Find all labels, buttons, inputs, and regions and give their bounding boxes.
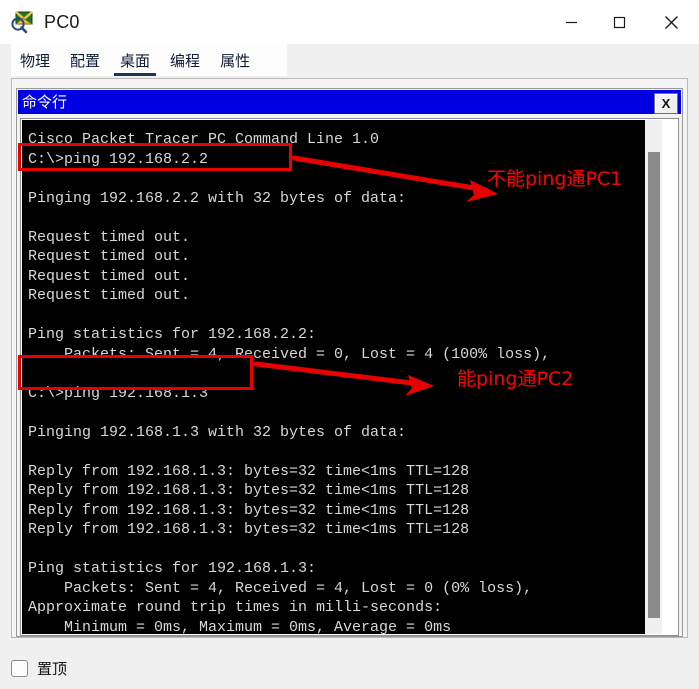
footer-bar: 置顶 bbox=[0, 648, 699, 689]
maximize-button[interactable] bbox=[595, 0, 643, 44]
terminal-scrollbar-track[interactable] bbox=[644, 120, 662, 634]
success-ping-label: 能ping通PC2 bbox=[457, 368, 574, 390]
packet-tracer-pc-icon bbox=[10, 9, 36, 35]
tab-attributes[interactable]: 属性 bbox=[211, 48, 259, 76]
tab-physical[interactable]: 物理 bbox=[11, 48, 59, 76]
terminal-scrollbar-thumb[interactable] bbox=[648, 152, 660, 618]
command-prompt-close-button[interactable]: X bbox=[654, 93, 678, 114]
tab-programming[interactable]: 编程 bbox=[161, 48, 209, 76]
command-prompt-caption-title: 命令行 bbox=[22, 92, 68, 111]
tab-config[interactable]: 配置 bbox=[61, 48, 109, 76]
always-on-top-label: 置顶 bbox=[37, 660, 68, 678]
device-tabs: 物理 配置 桌面 编程 属性 bbox=[11, 44, 287, 76]
command-prompt-caption[interactable]: 命令行 X bbox=[18, 90, 681, 114]
tab-desktop[interactable]: 桌面 bbox=[111, 48, 159, 76]
close-button[interactable] bbox=[643, 0, 699, 44]
window-title: PC0 bbox=[44, 11, 80, 32]
window-controls bbox=[547, 0, 699, 44]
window-titlebar: PC0 bbox=[0, 0, 699, 44]
fail-ping-label: 不能ping通PC1 bbox=[487, 168, 623, 190]
always-on-top-checkbox[interactable] bbox=[11, 660, 28, 677]
minimize-button[interactable] bbox=[547, 0, 595, 44]
